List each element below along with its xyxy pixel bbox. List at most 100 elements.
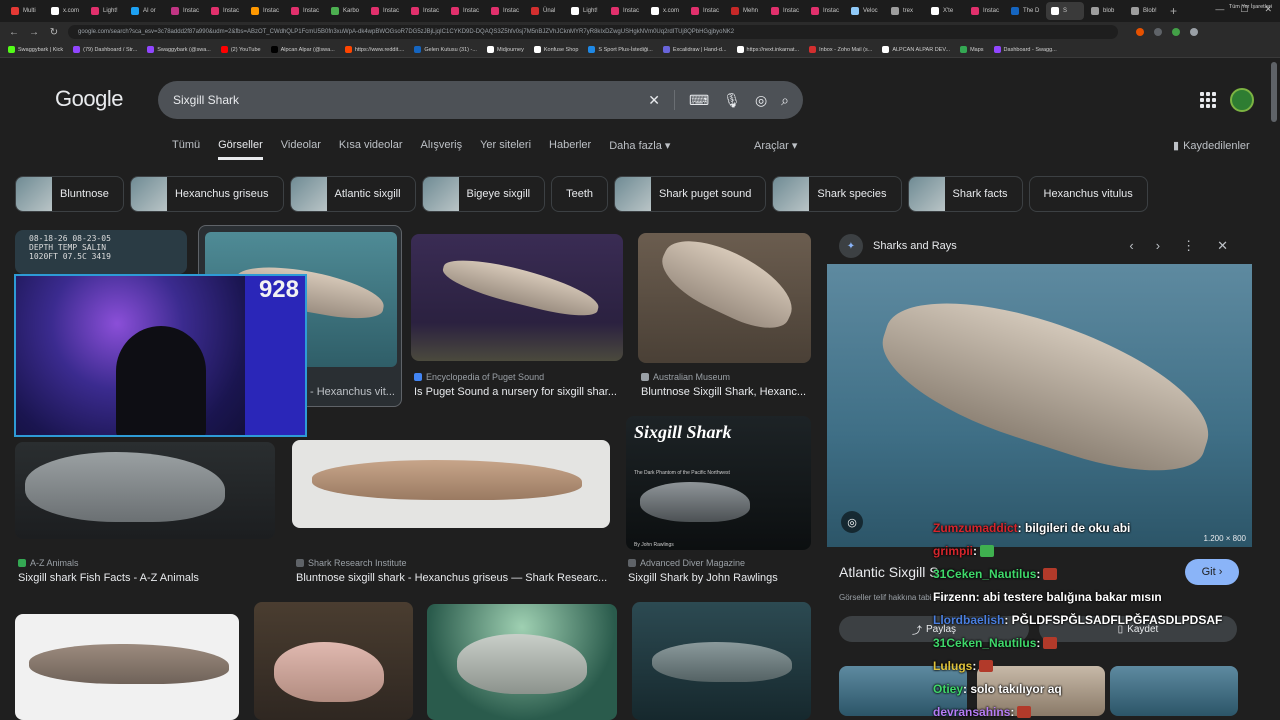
bookmark-item[interactable]: Midjourney	[486, 46, 524, 53]
result-image-underwater-camera[interactable]: 08-18-26 08-23-05 DEPTH TEMP SALIN 1020F…	[15, 230, 187, 274]
related-chip[interactable]: Bigeye sixgill	[421, 176, 546, 212]
result-image-puget[interactable]	[411, 234, 623, 361]
tab-6[interactable]: Haberler	[549, 139, 591, 160]
bookmark-item[interactable]: https://next.inkarnat...	[736, 46, 799, 53]
browser-tab[interactable]: Instac	[486, 2, 524, 20]
browser-tab[interactable]: Instac	[206, 2, 244, 20]
bookmark-item[interactable]: Alpcan Alpar (@swa...	[270, 46, 335, 53]
forward-icon[interactable]: →	[28, 27, 40, 38]
search-icon[interactable]: ⌕	[781, 92, 789, 109]
result-title[interactable]: Is Puget Sound a nursery for sixgill sha…	[414, 386, 620, 398]
browser-tab[interactable]: Blob!	[1126, 2, 1164, 20]
result-image-australian-museum[interactable]	[638, 233, 811, 363]
close-icon[interactable]: ✕	[1217, 238, 1228, 254]
result-source[interactable]: Encyclopedia of Puget Sound	[414, 372, 544, 382]
clear-icon[interactable]: ✕	[648, 92, 660, 109]
result-title[interactable]: Bluntnose Sixgill Shark, Hexanc...	[641, 386, 811, 398]
browser-tab[interactable]: X'te	[926, 2, 964, 20]
bookmark-item[interactable]: S Sport Plus-İstediği...	[588, 46, 653, 53]
new-tab-icon[interactable]: +	[1170, 4, 1177, 18]
browser-tab[interactable]: The D	[1006, 2, 1044, 20]
result-title[interactable]: - Hexanchus vit...	[310, 386, 398, 398]
bookmark-item[interactable]: Dashboard - Swagg...	[993, 46, 1057, 53]
browser-tab[interactable]: Instac	[686, 2, 724, 20]
minimize-icon[interactable]: —	[1215, 4, 1224, 15]
browser-tab[interactable]: Instac	[446, 2, 484, 20]
related-chip[interactable]: Hexanchus vitulus	[1028, 176, 1148, 212]
bookmark-item[interactable]: https://www.reddit....	[344, 46, 404, 53]
related-chip[interactable]: Shark facts	[907, 176, 1023, 212]
all-bookmarks[interactable]: Tüm Yer İşaretleri	[1229, 4, 1272, 10]
result-title[interactable]: Sixgill Shark by John Rawlings	[628, 572, 810, 584]
browser-tab[interactable]: Light!	[566, 2, 604, 20]
related-chip[interactable]: Shark species	[772, 176, 902, 212]
related-chip[interactable]: Teeth	[551, 176, 609, 212]
browser-tab[interactable]: Instac	[166, 2, 204, 20]
browser-tab[interactable]: Instac	[246, 2, 284, 20]
tab-0[interactable]: Tümü	[172, 139, 200, 160]
mic-icon[interactable]: 🎙	[723, 92, 741, 109]
tab-4[interactable]: Alışveriş	[421, 139, 463, 160]
browser-tab[interactable]: Karbo	[326, 2, 364, 20]
browser-tab[interactable]: Instac	[806, 2, 844, 20]
browser-tab[interactable]: Instac	[406, 2, 444, 20]
search-bar[interactable]: Sixgill Shark ✕ ⌨ 🎙 ◎ ⌕	[158, 81, 803, 119]
google-logo[interactable]: Google	[55, 86, 123, 112]
next-icon[interactable]: ›	[1156, 238, 1160, 254]
browser-tab[interactable]: x.com	[646, 2, 684, 20]
lens-icon[interactable]: ◎	[841, 511, 863, 533]
result-image-shark-research[interactable]	[292, 440, 610, 528]
browser-tab[interactable]: Multi	[6, 2, 44, 20]
bookmark-item[interactable]: Swaggybark (@swa...	[147, 46, 211, 53]
browser-tab[interactable]: Instac	[286, 2, 324, 20]
menu-icon[interactable]	[1190, 28, 1198, 36]
tab-2[interactable]: Videolar	[281, 139, 321, 160]
related-chip[interactable]: Shark puget sound	[614, 176, 767, 212]
bookmark-item[interactable]: Konfuse Shop	[533, 46, 578, 53]
browser-tab[interactable]: Instac	[366, 2, 404, 20]
result-source[interactable]: Advanced Diver Magazine	[628, 558, 745, 568]
bookmark-item[interactable]: Swaggybark | Kick	[8, 46, 63, 53]
reload-icon[interactable]: ↻	[48, 27, 60, 38]
more-icon[interactable]: ⋮	[1182, 238, 1195, 254]
result-image[interactable]	[427, 604, 617, 720]
browser-tab[interactable]: Instac	[966, 2, 1004, 20]
tab-1[interactable]: Görseller	[218, 139, 263, 160]
page-scrollbar[interactable]	[1271, 62, 1277, 122]
bookmark-item[interactable]: Inbox - Zoho Mail (s...	[809, 46, 872, 53]
extension-icon[interactable]	[1154, 28, 1162, 36]
result-image[interactable]	[15, 614, 239, 720]
bookmark-item[interactable]: Gelen Kutusu (31) -...	[414, 46, 477, 53]
browser-tab[interactable]: Veloc	[846, 2, 884, 20]
result-title[interactable]: Sixgill shark Fish Facts - A-Z Animals	[18, 572, 274, 584]
result-image[interactable]	[254, 602, 413, 720]
browser-tab[interactable]: S	[1046, 2, 1084, 20]
apps-icon[interactable]	[1200, 92, 1216, 108]
preview-caption[interactable]: Atlantic Sixgill S	[839, 564, 939, 580]
tools-menu[interactable]: Araçlar ▾	[754, 139, 797, 152]
browser-tab[interactable]: Light!	[86, 2, 124, 20]
result-source[interactable]: A-Z Animals	[18, 558, 79, 568]
search-input[interactable]: Sixgill Shark	[173, 93, 648, 107]
browser-tab[interactable]: Ünal	[526, 2, 564, 20]
extension-icon[interactable]	[1136, 28, 1144, 36]
browser-tab[interactable]: x.com	[46, 2, 84, 20]
result-image[interactable]	[632, 602, 811, 720]
back-icon[interactable]: ←	[8, 27, 20, 38]
related-chip[interactable]: Hexanchus griseus	[129, 176, 284, 212]
browser-tab[interactable]: Instac	[766, 2, 804, 20]
panel-site-name[interactable]: Sharks and Rays	[873, 240, 1129, 252]
keyboard-icon[interactable]: ⌨	[689, 92, 709, 109]
browser-tab[interactable]: blob	[1086, 2, 1124, 20]
related-chip[interactable]: Bluntnose	[15, 176, 124, 212]
saved-link[interactable]: ▮ Kaydedilenler	[1173, 139, 1250, 153]
profile-icon[interactable]	[1172, 28, 1180, 36]
prev-icon[interactable]: ‹	[1129, 238, 1133, 254]
lens-icon[interactable]: ◎	[755, 92, 767, 109]
result-image-book-cover[interactable]: Sixgill Shark The Dark Phantom of the Pa…	[626, 416, 811, 550]
result-source[interactable]: Shark Research Institute	[296, 558, 407, 568]
result-source[interactable]: Australian Museum	[641, 372, 730, 382]
tab-7[interactable]: Daha fazla ▾	[609, 139, 670, 160]
bookmark-item[interactable]: ALPCAN ALPAR DEV...	[882, 46, 950, 53]
bookmark-item[interactable]: Excalidraw | Hand-d...	[662, 46, 727, 53]
